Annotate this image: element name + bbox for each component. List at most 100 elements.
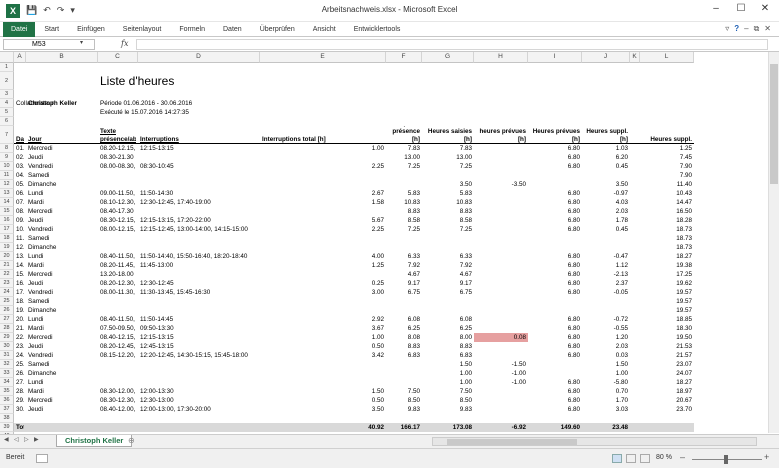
row-header[interactable]: 5 [0, 108, 14, 117]
next-sheet-icon[interactable]: ▷ [24, 436, 29, 443]
horizontal-scrollbar[interactable] [432, 437, 757, 446]
tab-ansicht[interactable]: Ansicht [304, 22, 345, 37]
row-header[interactable]: 21 [0, 261, 14, 270]
page-layout-view-icon[interactable] [626, 454, 636, 463]
row-header[interactable]: 32 [0, 360, 14, 369]
cell-interruptions: 11:50-14:45 [140, 316, 174, 323]
excel-window: X 💾 ↶ ↷ ▾ Arbeitsnachweis.xlsx - Microso… [0, 0, 779, 468]
row-header[interactable]: 29 [0, 333, 14, 342]
ribbon-collapse-icon[interactable]: ▿ [725, 24, 729, 34]
normal-view-icon[interactable] [612, 454, 622, 463]
row-header[interactable]: 20 [0, 252, 14, 261]
sheet-tab-christoph-keller[interactable]: Christoph Keller [56, 435, 133, 447]
row-header[interactable]: 18 [0, 234, 14, 243]
row-header[interactable]: 8 [0, 144, 14, 153]
cell-jour: Vendredi [28, 352, 53, 359]
tab-formeln[interactable]: Formeln [170, 22, 214, 37]
row-header[interactable]: 4 [0, 99, 14, 108]
row-header[interactable]: 36 [0, 396, 14, 405]
prev-sheet-icon[interactable]: ◁ [14, 436, 19, 443]
cell-texte [100, 180, 136, 189]
row-header[interactable]: 3 [0, 90, 14, 99]
column-header-g[interactable]: G [422, 52, 474, 63]
workbook-minimize-icon[interactable]: – [744, 24, 748, 34]
column-header-a[interactable]: A [14, 52, 26, 63]
row-header[interactable]: 33 [0, 369, 14, 378]
minimize-button[interactable]: – [704, 3, 728, 14]
column-header-d[interactable]: D [138, 52, 260, 63]
row-header[interactable]: 22 [0, 270, 14, 279]
vertical-scrollbar[interactable] [768, 52, 779, 433]
tab-seitenlayout[interactable]: Seitenlayout [114, 22, 171, 37]
row-header[interactable]: 23 [0, 279, 14, 288]
close-button[interactable]: ✕ [753, 3, 777, 14]
workbook-close-icon[interactable]: ✕ [764, 24, 771, 34]
row-header[interactable]: 25 [0, 297, 14, 306]
row-header[interactable]: 9 [0, 153, 14, 162]
cell-suppl-cumul: 19.57 [676, 289, 692, 296]
column-header-k[interactable]: K [630, 52, 640, 63]
column-header-j[interactable]: J [582, 52, 630, 63]
row-header[interactable]: 37 [0, 405, 14, 414]
row-header[interactable]: 34 [0, 378, 14, 387]
first-sheet-icon[interactable]: ◀ [4, 436, 9, 443]
help-icon[interactable]: ? [734, 24, 739, 34]
row-header[interactable]: 28 [0, 324, 14, 333]
row-header[interactable]: 16 [0, 216, 14, 225]
tab-start[interactable]: Start [35, 22, 68, 37]
row-header[interactable]: 6 [0, 117, 14, 126]
horizontal-scroll-thumb[interactable] [447, 439, 577, 445]
formula-input[interactable] [136, 39, 768, 50]
cell-suppl: -0.72 [613, 316, 628, 323]
last-sheet-icon[interactable]: ▶ [34, 436, 39, 443]
column-header-b[interactable]: B [26, 52, 98, 63]
column-header-e[interactable]: E [260, 52, 386, 63]
insert-sheet-icon[interactable]: ⊕ [128, 436, 135, 445]
row-header[interactable]: 30 [0, 342, 14, 351]
row-header[interactable]: 10 [0, 162, 14, 171]
row-header[interactable]: 12 [0, 180, 14, 189]
zoom-slider-thumb[interactable] [724, 455, 728, 464]
row-header[interactable]: 19 [0, 243, 14, 252]
column-header-f[interactable]: F [386, 52, 422, 63]
row-header[interactable]: 1 [0, 63, 14, 72]
row-header[interactable]: 15 [0, 207, 14, 216]
row-header[interactable]: 27 [0, 315, 14, 324]
maximize-button[interactable]: ☐ [729, 3, 753, 14]
row-header[interactable]: 38 [0, 414, 14, 423]
zoom-level[interactable]: 80 % [656, 454, 672, 461]
tab-entwicklertools[interactable]: Entwicklertools [345, 22, 410, 37]
name-box-dropdown-icon[interactable]: ▾ [80, 39, 83, 46]
select-all-corner[interactable] [0, 52, 14, 63]
zoom-out-button[interactable]: – [680, 452, 685, 462]
row-header[interactable]: 24 [0, 288, 14, 297]
row-header[interactable]: 17 [0, 225, 14, 234]
tab-daten[interactable]: Daten [214, 22, 251, 37]
row-header[interactable]: 35 [0, 387, 14, 396]
zoom-in-button[interactable]: + [764, 452, 769, 462]
row-header[interactable]: 26 [0, 306, 14, 315]
column-header-i[interactable]: I [528, 52, 582, 63]
cell-prevues: 6.80 [567, 271, 580, 278]
macro-record-icon[interactable] [36, 454, 48, 463]
tab--berpr-fen[interactable]: Überprüfen [251, 22, 304, 37]
vertical-scroll-thumb[interactable] [770, 64, 778, 184]
row-header[interactable]: 14 [0, 198, 14, 207]
page-break-view-icon[interactable] [640, 454, 650, 463]
row-header[interactable]: 7 [0, 126, 14, 144]
tab-einf-gen[interactable]: Einfügen [68, 22, 114, 37]
row-header[interactable]: 2 [0, 72, 14, 90]
column-header-h[interactable]: H [474, 52, 528, 63]
tab-datei[interactable]: Datei [3, 21, 36, 37]
column-header-c[interactable]: C [98, 52, 138, 63]
window-title: Arbeitsnachweis.xlsx - Microsoft Excel [321, 5, 458, 14]
insert-function-icon[interactable]: fx [121, 39, 128, 48]
cell-int-total: 1.00 [371, 334, 384, 341]
workbook-restore-icon[interactable]: ⧉ [754, 24, 760, 34]
cell-difference [476, 171, 526, 180]
row-header[interactable]: 39 [0, 423, 14, 432]
row-header[interactable]: 13 [0, 189, 14, 198]
row-header[interactable]: 11 [0, 171, 14, 180]
row-header[interactable]: 31 [0, 351, 14, 360]
column-header-l[interactable]: L [640, 52, 694, 63]
